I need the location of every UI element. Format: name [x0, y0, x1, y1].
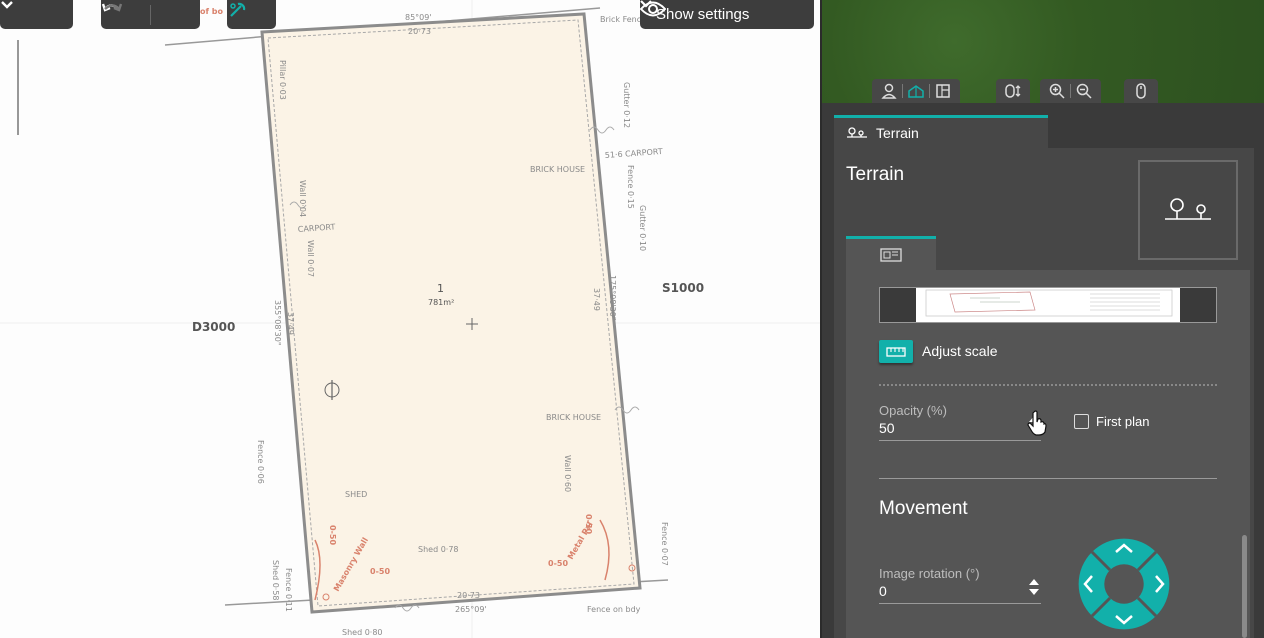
show-settings-button[interactable]: Show settings [640, 0, 814, 29]
checkbox-box[interactable] [1074, 414, 1089, 429]
label-050-b: 0-50 [370, 567, 390, 576]
plan-settings: Adjust scale Opacity (%) 50 First plan M… [846, 270, 1250, 638]
zoom-in-icon [1049, 83, 1065, 99]
panel-scrollbar[interactable] [1242, 535, 1247, 638]
rotation-label: Image rotation (°) [879, 566, 980, 581]
undo-redo-toolbar [101, 0, 200, 29]
person-icon [881, 83, 897, 99]
bearing-left: 355°08'30" [273, 300, 282, 346]
rotation-input[interactable]: 0 [879, 583, 1041, 604]
3d-view-button[interactable] [903, 81, 929, 101]
label-gutter-010: Gutter 0·10 [638, 205, 647, 251]
magic-toolbar [227, 0, 276, 29]
label-shed-078: Shed 0·78 [418, 545, 459, 554]
label-fence-011: Fence 0·11 [284, 568, 293, 612]
opacity-input[interactable]: 50 [879, 420, 1041, 441]
plan-canvas[interactable]: 85°09' 20·73 265°09' 20·73 355°08'30" 37… [0, 0, 820, 638]
terrain-icon [847, 127, 867, 138]
zoom-in-button[interactable] [1044, 81, 1070, 101]
label-top-red: of bo [200, 7, 223, 16]
terrain-panel-body: Terrain Adjust scale Opacity (%) 50 Firs… [834, 148, 1254, 638]
tab-terrain[interactable]: Terrain [834, 115, 1048, 148]
bearing-right: 175°08'30" [608, 275, 617, 321]
distance-left: 37·49 [286, 312, 295, 335]
hand-cursor-icon [1027, 410, 1047, 436]
adjust-scale-label[interactable]: Adjust scale [922, 343, 997, 359]
terrain-thumbnail [1138, 160, 1238, 260]
label-brick-house-right: BRICK HOUSE [546, 413, 601, 422]
distance-right: 37·49 [592, 288, 601, 311]
plan-image-icon [880, 247, 902, 262]
label-shed-080: Shed 0·80 [342, 628, 383, 637]
redo-button[interactable] [104, 0, 200, 29]
terrain-icon [1165, 198, 1211, 220]
label-s1000: S1000 [662, 281, 704, 295]
panel-title: Terrain [846, 164, 905, 185]
movement-dpad [1078, 538, 1170, 630]
bearing-bottom: 265°09' [455, 605, 487, 614]
ruler-icon [886, 346, 906, 357]
label-fence-007: Fence 0·07 [660, 522, 669, 566]
left-dropdown-toolbar [0, 0, 73, 29]
label-050-c: 0-50 [584, 514, 593, 534]
lot-area: 781m² [428, 298, 454, 307]
label-wall-060: Wall 0·60 [563, 455, 572, 492]
adjust-scale-button[interactable] [879, 340, 913, 363]
mouse-pan-button[interactable] [1000, 81, 1026, 101]
label-shed: SHED [345, 490, 367, 499]
3d-preview[interactable] [820, 0, 1264, 103]
distance-bottom: 20·73 [457, 591, 480, 600]
view-mode-group [872, 79, 960, 103]
mouse-icon [1136, 83, 1146, 99]
movement-title: Movement [879, 498, 968, 519]
2d-plan-view-button[interactable] [930, 81, 956, 101]
label-shed-058: Shed 0·58 [271, 560, 280, 601]
label-wall-007: Wall 0·07 [306, 240, 315, 277]
bearing-top: 85°09' [405, 13, 432, 22]
label-fence-006: Fence 0·06 [256, 440, 265, 484]
label-pillar: Pillar 0·03 [278, 60, 287, 100]
floor-plan-icon [936, 84, 950, 98]
magnet-icon [230, 2, 246, 17]
mouse-mode-button[interactable] [1128, 81, 1154, 101]
zoom-out-button[interactable] [1071, 81, 1097, 101]
rotation-stepper[interactable] [1028, 576, 1040, 598]
opacity-label: Opacity (%) [879, 403, 947, 418]
label-fence-on-bdy: Fence on bdy [587, 605, 641, 614]
label-carport-right: 51·6 CARPORT [605, 147, 664, 160]
site-plan-image: 85°09' 20·73 265°09' 20·73 355°08'30" 37… [0, 0, 820, 638]
label-050-a: 0-50 [328, 525, 337, 545]
show-settings-label: Show settings [656, 6, 750, 23]
divider [879, 478, 1217, 479]
properties-panel: Terrain Terrain Adjust scale Opacity (%)… [820, 103, 1264, 638]
distance-top: 20·73 [408, 27, 431, 36]
label-brick-house-top: BRICK HOUSE [530, 165, 585, 174]
label-050-d: 0-50 [548, 559, 568, 568]
divider [879, 384, 1217, 386]
person-view-button[interactable] [876, 81, 902, 101]
plan-thumbnail [879, 287, 1217, 323]
tab-terrain-label: Terrain [876, 125, 919, 141]
first-plan-checkbox[interactable]: First plan [1074, 414, 1149, 429]
label-gutter-012: Gutter 0·12 [622, 82, 631, 128]
zoom-group [1040, 79, 1101, 103]
first-plan-label: First plan [1096, 414, 1150, 429]
label-d3000: D3000 [192, 320, 235, 334]
label-wall-004: Wall 0·04 [298, 180, 307, 217]
3d-house-icon [908, 85, 924, 98]
lot-number: 1 [437, 282, 444, 295]
label-fence-015: Fence 0·15 [626, 165, 635, 209]
mouse-group [1124, 79, 1158, 103]
tab-plan-image[interactable] [846, 236, 936, 270]
zoom-out-icon [1076, 83, 1092, 99]
redo-icon [104, 3, 123, 12]
pan-group [996, 79, 1030, 103]
mouse-scroll-icon [1005, 84, 1021, 98]
